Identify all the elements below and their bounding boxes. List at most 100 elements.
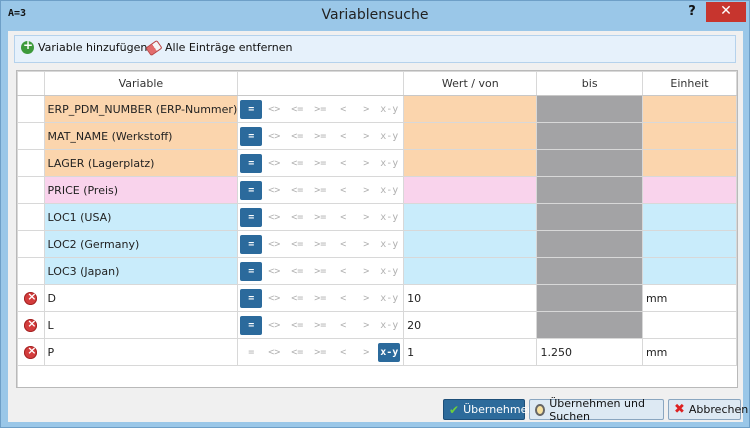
einheit-field[interactable] [641,230,737,258]
einheit-field[interactable]: mm [641,284,737,312]
operator-button[interactable]: < [332,316,354,335]
operator-button[interactable]: < [332,343,354,362]
header-wert[interactable]: Wert / von [403,71,538,96]
operator-button[interactable]: < [332,289,354,308]
operator-button[interactable]: <= [286,181,308,200]
wert-field[interactable] [403,230,538,258]
operator-button[interactable]: x-y [378,235,400,254]
wert-field[interactable] [403,122,538,150]
operator-button[interactable]: x-y [378,154,400,173]
wert-field[interactable]: 10 [403,284,538,312]
operator-button[interactable]: > [355,316,377,335]
operator-button[interactable]: <> [263,181,285,200]
delete-row-icon[interactable] [24,344,38,359]
wert-field[interactable] [403,176,538,204]
einheit-field[interactable]: mm [641,338,737,366]
wert-field[interactable] [403,95,538,123]
operator-button[interactable]: >= [309,127,331,146]
operator-button[interactable]: x-y [378,262,400,281]
remove-all-button[interactable]: Alle Einträge entfernen [145,39,292,56]
operator-button[interactable]: x-y [378,181,400,200]
operator-button[interactable]: < [332,100,354,119]
operator-button[interactable]: <> [263,262,285,281]
operator-button[interactable]: > [355,343,377,362]
einheit-field[interactable] [641,257,737,285]
add-variable-button[interactable]: Variable hinzufügen [21,38,147,54]
operator-button[interactable]: = [240,153,263,173]
operator-button[interactable]: <> [263,235,285,254]
operator-button[interactable]: = [240,99,263,119]
wert-field[interactable] [403,257,538,285]
operator-button[interactable]: = [240,126,263,146]
help-button[interactable]: ? [681,4,703,22]
operator-button[interactable]: >= [309,181,331,200]
header-einheit[interactable]: Einheit [641,71,737,96]
wert-field[interactable] [403,203,538,231]
operator-button[interactable]: x-y [378,289,400,308]
operator-button[interactable]: <= [286,208,308,227]
operator-button[interactable]: > [355,289,377,308]
close-button[interactable]: ✕ [706,2,746,22]
operator-button[interactable]: <> [263,154,285,173]
operator-button[interactable]: > [355,208,377,227]
operator-button[interactable]: < [332,181,354,200]
operator-button[interactable]: <= [286,316,308,335]
operator-button[interactable]: <= [286,100,308,119]
operator-button[interactable]: >= [309,289,331,308]
operator-button[interactable]: > [355,235,377,254]
operator-button[interactable]: = [240,261,263,281]
operator-button[interactable]: <> [263,289,285,308]
einheit-field[interactable] [641,149,737,177]
operator-button[interactable]: < [332,208,354,227]
operator-button[interactable]: > [355,181,377,200]
operator-button[interactable]: <> [263,208,285,227]
wert-field[interactable]: 1 [403,338,538,366]
operator-button[interactable]: >= [309,262,331,281]
operator-button[interactable]: = [240,343,262,362]
operator-button[interactable]: > [355,262,377,281]
operator-button[interactable]: <= [286,127,308,146]
operator-button[interactable]: <= [286,343,308,362]
operator-button[interactable]: <= [286,289,308,308]
einheit-field[interactable] [641,176,737,204]
operator-button[interactable]: <= [286,262,308,281]
operator-button[interactable]: x-y [378,316,400,335]
einheit-field[interactable] [641,122,737,150]
delete-row-icon[interactable] [24,317,38,332]
einheit-field[interactable] [641,203,737,231]
bis-field[interactable]: 1.250 [536,338,643,366]
operator-button[interactable]: <> [263,100,285,119]
operator-button[interactable]: >= [309,343,331,362]
einheit-field[interactable] [641,311,737,339]
operator-button[interactable]: x-y [378,100,400,119]
delete-row-icon[interactable] [24,290,38,305]
operator-button[interactable]: = [240,234,263,254]
operator-button[interactable]: < [332,127,354,146]
operator-button[interactable]: = [240,207,263,227]
operator-button[interactable]: = [240,180,263,200]
operator-button[interactable]: > [355,154,377,173]
wert-field[interactable]: 20 [403,311,538,339]
operator-button[interactable]: >= [309,154,331,173]
apply-button[interactable]: ✔ Übernehmen [443,399,534,420]
wert-field[interactable] [403,149,538,177]
operator-button[interactable]: < [332,154,354,173]
operator-button[interactable]: >= [309,208,331,227]
title-bar[interactable]: A=3 Variablensuche ? ✕ [1,1,749,31]
operator-button[interactable]: >= [309,235,331,254]
einheit-field[interactable] [641,95,737,123]
operator-button[interactable]: = [240,315,263,335]
operator-button[interactable]: >= [309,100,331,119]
operator-button[interactable]: < [332,235,354,254]
cancel-button[interactable]: ✖ Abbrechen [668,399,748,420]
operator-button[interactable]: < [332,262,354,281]
operator-button[interactable]: > [355,127,377,146]
header-variable[interactable]: Variable [43,71,239,96]
operator-button[interactable]: x-y [378,342,401,362]
operator-button[interactable]: = [240,288,263,308]
operator-button[interactable]: <> [263,316,285,335]
operator-button[interactable]: <= [286,154,308,173]
header-bis[interactable]: bis [536,71,643,96]
operator-button[interactable]: >= [309,316,331,335]
operator-button[interactable]: <> [263,127,285,146]
